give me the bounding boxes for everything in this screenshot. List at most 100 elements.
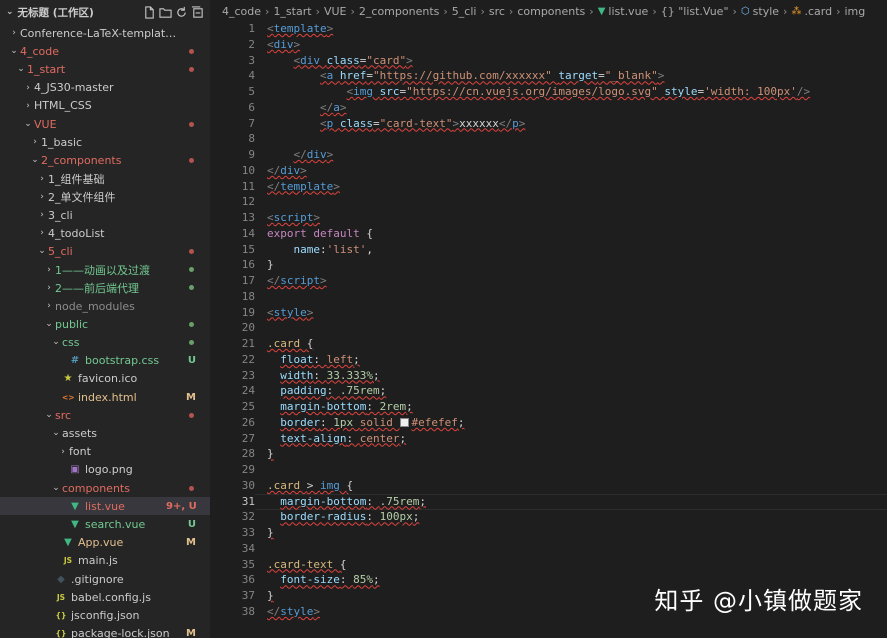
tree-item[interactable]: ⌄ 2_components <box>0 151 210 169</box>
chevron-right-icon[interactable]: › <box>36 228 48 238</box>
code-line[interactable]: <div> <box>267 38 300 51</box>
chevron-down-icon[interactable]: ⌄ <box>15 64 27 74</box>
chevron-right-icon[interactable]: › <box>36 174 48 184</box>
tree-item[interactable]: ⌄ css <box>0 333 210 351</box>
tree-item[interactable]: › 4_todoList <box>0 224 210 242</box>
tree-item[interactable]: ⌄ assets <box>0 424 210 442</box>
tree-item[interactable]: ⌄ 1_start <box>0 60 210 78</box>
code-line[interactable]: <img src="https://cn.vuejs.org/images/lo… <box>267 85 810 98</box>
code-line[interactable]: <a href="https://github.com/xxxxxx" targ… <box>267 69 664 82</box>
tree-item[interactable]: ◆ .gitignore <box>0 570 210 588</box>
tree-item[interactable]: › node_modules <box>0 297 210 315</box>
chevron-down-icon[interactable]: ⌄ <box>50 428 62 438</box>
tree-item[interactable]: › HTML_CSS <box>0 97 210 115</box>
breadcrumb-item[interactable]: VUE <box>324 5 347 18</box>
tree-item[interactable]: {} package-lock.json M <box>0 625 210 638</box>
tree-item[interactable]: ▼ App.vue M <box>0 534 210 552</box>
breadcrumb-item[interactable]: {} "list.Vue" <box>661 5 729 18</box>
chevron-down-icon[interactable]: ⌄ <box>50 337 62 347</box>
code-line[interactable]: </script> <box>267 274 327 287</box>
code-line[interactable]: border-radius: 100px; <box>267 510 419 523</box>
chevron-down-icon[interactable]: ⌄ <box>36 246 48 256</box>
code-line[interactable]: padding: .75rem; <box>267 384 386 397</box>
refresh-icon[interactable] <box>175 6 188 19</box>
chevron-down-icon[interactable]: ⌄ <box>6 7 14 17</box>
tree-item[interactable]: › 2——前后端代理 <box>0 279 210 297</box>
tree-item[interactable]: › 3_cli <box>0 206 210 224</box>
tree-item[interactable]: › 1_组件基础 <box>0 170 210 188</box>
code-line[interactable]: name:'list', <box>267 243 374 256</box>
breadcrumb-item[interactable]: list.vue <box>608 5 648 18</box>
code-line[interactable]: <template> <box>267 22 333 35</box>
tree-item[interactable]: ›Conference-LaTeX-template_10-17... <box>0 24 210 42</box>
code-line[interactable]: text-align: center; <box>267 432 406 445</box>
chevron-right-icon[interactable]: › <box>22 101 34 111</box>
code-line[interactable]: .card > img { <box>267 479 353 492</box>
chevron-down-icon[interactable]: ⌄ <box>29 155 41 165</box>
tree-item[interactable]: {} jsconfig.json <box>0 606 210 624</box>
breadcrumb-item[interactable]: 4_code <box>222 5 261 18</box>
tree-item[interactable]: › 4_JS30-master <box>0 79 210 97</box>
tree-item[interactable]: JS main.js <box>0 552 210 570</box>
code-line[interactable]: .card { <box>267 337 313 350</box>
code-line[interactable]: <script> <box>267 211 320 224</box>
chevron-down-icon[interactable]: ⌄ <box>8 46 20 56</box>
code-line[interactable]: <div class="card"> <box>267 54 413 67</box>
code-line[interactable]: </div> <box>267 164 307 177</box>
tree-item[interactable]: › 1——动画以及过渡 <box>0 261 210 279</box>
chevron-right-icon[interactable]: › <box>43 283 55 293</box>
breadcrumb-item[interactable]: 5_cli <box>452 5 477 18</box>
code-line[interactable] <box>267 132 320 145</box>
code-line[interactable]: } <box>267 589 274 602</box>
code-line[interactable]: .card-text { <box>267 558 346 571</box>
tree-item[interactable]: ▼ search.vue U <box>0 515 210 533</box>
tree-item[interactable]: › font <box>0 443 210 461</box>
tree-item[interactable]: ⌄ 5_cli <box>0 242 210 260</box>
code-line[interactable]: margin-bottom: .75rem; <box>267 495 426 508</box>
code-line[interactable]: </a> <box>267 101 347 114</box>
breadcrumb-item[interactable]: components <box>517 5 585 18</box>
explorer-header[interactable]: ⌄ 无标题 (工作区) <box>0 0 210 24</box>
code-editor[interactable]: 4_code › 1_start › VUE › 2_components › 5_cli › sr… <box>210 0 887 638</box>
chevron-right-icon[interactable]: › <box>36 210 48 220</box>
breadcrumb-item[interactable]: 2_components <box>359 5 439 18</box>
breadcrumb-item[interactable]: 1_start <box>273 5 311 18</box>
code-line[interactable]: margin-bottom: 2rem; <box>267 400 412 413</box>
code-line[interactable]: width: 33.333%; <box>267 369 379 382</box>
code-line[interactable]: <p class="card-text">xxxxxx</p> <box>267 117 525 130</box>
new-file-icon[interactable] <box>143 5 156 19</box>
tree-item[interactable]: JS babel.config.js <box>0 588 210 606</box>
tree-item[interactable]: <> index.html M <box>0 388 210 406</box>
tree-item[interactable]: ▼ list.vue 9+, U <box>0 497 210 516</box>
tree-item[interactable]: ⌄ 4_code <box>0 42 210 60</box>
code-line[interactable]: float: left; <box>267 353 360 366</box>
tree-item[interactable]: › 2_单文件组件 <box>0 188 210 206</box>
chevron-down-icon[interactable]: ⌄ <box>22 119 34 129</box>
chevron-right-icon[interactable]: › <box>43 301 55 311</box>
chevron-right-icon[interactable]: › <box>57 447 69 457</box>
code-line[interactable]: } <box>267 258 274 271</box>
breadcrumb-item[interactable]: src <box>489 5 505 18</box>
code-line[interactable]: </style> <box>267 605 320 618</box>
code-line[interactable]: </div> <box>267 148 334 161</box>
breadcrumb-item[interactable]: style <box>753 5 779 18</box>
code-line[interactable]: border: 1px solid #efefef; <box>267 416 464 429</box>
tree-item[interactable]: ★ favicon.ico <box>0 370 210 388</box>
chevron-right-icon[interactable]: › <box>8 28 20 38</box>
tree-item[interactable]: ▣ logo.png <box>0 461 210 479</box>
code-line[interactable]: <style> <box>267 306 313 319</box>
chevron-down-icon[interactable]: ⌄ <box>43 319 55 329</box>
code-line[interactable]: } <box>267 447 274 460</box>
chevron-down-icon[interactable]: ⌄ <box>50 483 62 493</box>
new-folder-icon[interactable] <box>159 6 172 19</box>
tree-item[interactable]: ⌄ src <box>0 406 210 424</box>
code-line[interactable]: } <box>267 526 274 539</box>
tree-item[interactable]: # bootstrap.css U <box>0 352 210 370</box>
code-line[interactable]: font-size: 85%; <box>267 573 379 586</box>
tree-item[interactable]: › 1_basic <box>0 133 210 151</box>
collapse-all-icon[interactable] <box>191 5 204 19</box>
chevron-right-icon[interactable]: › <box>22 83 34 93</box>
tree-item[interactable]: ⌄ VUE <box>0 115 210 133</box>
breadcrumb-item[interactable]: img <box>844 5 865 18</box>
color-swatch[interactable] <box>399 417 409 427</box>
